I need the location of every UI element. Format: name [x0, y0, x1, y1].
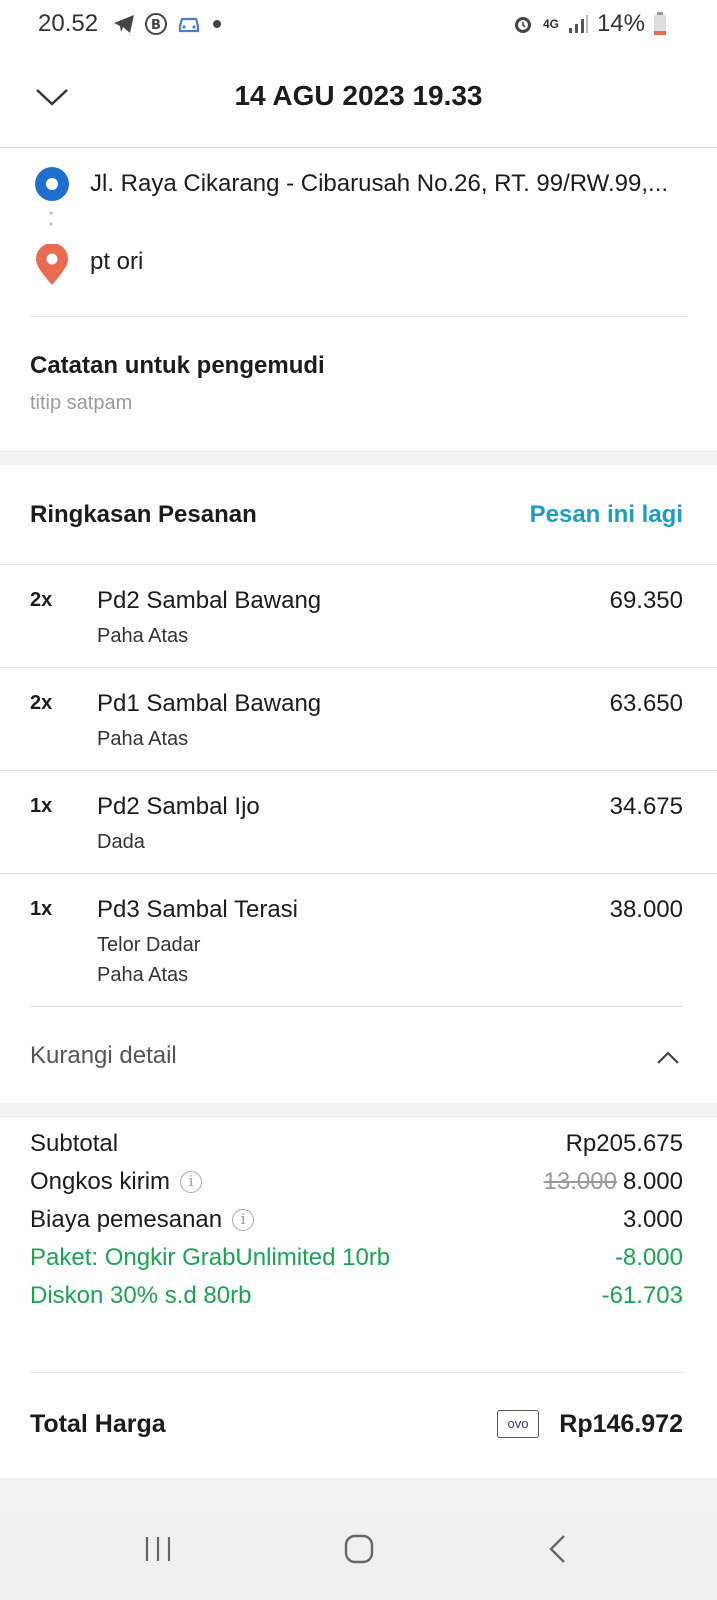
item-option: Paha Atas: [97, 964, 189, 986]
divider: [30, 1006, 683, 1007]
subtotal-label: Subtotal: [30, 1130, 119, 1157]
delivery-fee-value: 8.000: [622, 1168, 683, 1195]
info-icon[interactable]: i: [232, 1209, 255, 1231]
item-option: Telor Dadar: [97, 934, 201, 956]
total-value: Rp146.972: [559, 1410, 683, 1438]
item-price: 38.000: [609, 896, 683, 923]
signal-icon: [568, 15, 588, 33]
item-price: 69.350: [609, 587, 683, 614]
item-qty: 1x: [30, 898, 53, 920]
divider: [0, 667, 717, 668]
item-name: Pd2 Sambal Ijo: [97, 793, 260, 820]
less-detail-toggle[interactable]: Kurangi detail: [30, 1042, 177, 1070]
cost-breakdown-section: Subtotal Rp205.675 Ongkos kirim i 13.000…: [0, 1118, 717, 1478]
battery-percent: 14%: [596, 10, 645, 37]
dropoff-address: pt ori: [90, 248, 144, 275]
package-discount-row: Paket: Ongkir GrabUnlimited 10rb -8.000: [30, 1244, 683, 1276]
home-icon[interactable]: [344, 1534, 374, 1564]
item-option: Paha Atas: [97, 625, 189, 647]
route-dots: [49, 211, 53, 226]
item-name: Pd2 Sambal Bawang: [97, 587, 322, 614]
discount-label: Diskon 30% s.d 80rb: [30, 1282, 252, 1309]
package-discount-label: Paket: Ongkir GrabUnlimited 10rb: [30, 1244, 391, 1271]
item-option: Paha Atas: [97, 728, 189, 750]
telegram-icon: [114, 15, 134, 33]
delivery-fee-label: Ongkos kirim: [30, 1168, 171, 1195]
discount-value: -61.703: [601, 1282, 683, 1309]
divider: [0, 564, 717, 565]
dropoff-pin-icon: [36, 244, 68, 285]
order-fee-row: Biaya pemesanan i 3.000: [30, 1206, 683, 1238]
network-type: 4G: [542, 17, 559, 31]
item-option: Dada: [97, 831, 145, 853]
system-icons: 4G 14%: [511, 10, 667, 38]
chevron-up-icon[interactable]: [655, 1045, 681, 1069]
divider: [30, 316, 687, 317]
total-label: Total Harga: [30, 1410, 166, 1438]
svg-text:B: B: [151, 18, 161, 33]
order-fee-value: 3.000: [622, 1206, 683, 1233]
divider: [0, 873, 717, 874]
item-qty: 2x: [30, 589, 53, 611]
delivery-fee-original: 13.000: [543, 1168, 617, 1195]
item-name: Pd1 Sambal Bawang: [97, 690, 322, 717]
item-qty: 1x: [30, 795, 53, 817]
status-time: 20.52: [38, 10, 99, 37]
car-icon: [178, 17, 200, 33]
subtotal-row: Subtotal Rp205.675: [30, 1130, 683, 1162]
b-badge-icon: B: [145, 13, 167, 35]
item-price: 34.675: [609, 793, 683, 820]
divider: [30, 1372, 683, 1373]
pickup-address: Jl. Raya Cikarang - Cibarusah No.26, RT.…: [90, 170, 669, 197]
divider: [0, 770, 717, 771]
package-discount-value: -8.000: [614, 1244, 683, 1271]
route-section: Jl. Raya Cikarang - Cibarusah No.26, RT.…: [0, 148, 717, 450]
ovo-payment-icon: ovo: [497, 1410, 539, 1438]
discount-row: Diskon 30% s.d 80rb -61.703: [30, 1282, 683, 1314]
battery-icon: [654, 12, 666, 35]
back-icon[interactable]: [546, 1534, 570, 1564]
delivery-fee-value-group: 13.000 8.000: [544, 1168, 683, 1196]
alarm-icon: [514, 17, 531, 33]
pickup-location-icon: [35, 167, 69, 201]
driver-note-text: titip satpam: [30, 392, 133, 414]
notification-icons: B: [112, 12, 224, 36]
item-qty: 2x: [30, 692, 53, 714]
delivery-fee-row: Ongkos kirim i 13.000 8.000: [30, 1168, 683, 1200]
app-header: 14 AGU 2023 19.33: [0, 50, 717, 148]
driver-note-title: Catatan untuk pengemudi: [30, 352, 325, 379]
subtotal-value: Rp205.675: [565, 1130, 683, 1157]
order-fee-label-group: Biaya pemesanan i: [30, 1206, 255, 1234]
delivery-fee-label-group: Ongkos kirim i: [30, 1168, 203, 1196]
system-nav-bar: [0, 1510, 717, 1600]
item-price: 63.650: [609, 690, 683, 717]
dot-icon: [213, 20, 221, 28]
recent-apps-icon[interactable]: [143, 1534, 173, 1564]
info-icon[interactable]: i: [180, 1171, 203, 1193]
page-title: 14 AGU 2023 19.33: [234, 80, 483, 111]
order-summary-section: Ringkasan Pesanan Pesan ini lagi 2x Pd2 …: [0, 465, 717, 1103]
order-summary-title: Ringkasan Pesanan: [30, 501, 257, 528]
reorder-button[interactable]: Pesan ini lagi: [530, 501, 683, 529]
status-bar: 20.52 B 4G 14%: [0, 0, 717, 50]
order-fee-label: Biaya pemesanan: [30, 1206, 223, 1233]
item-name: Pd3 Sambal Terasi: [97, 896, 298, 923]
